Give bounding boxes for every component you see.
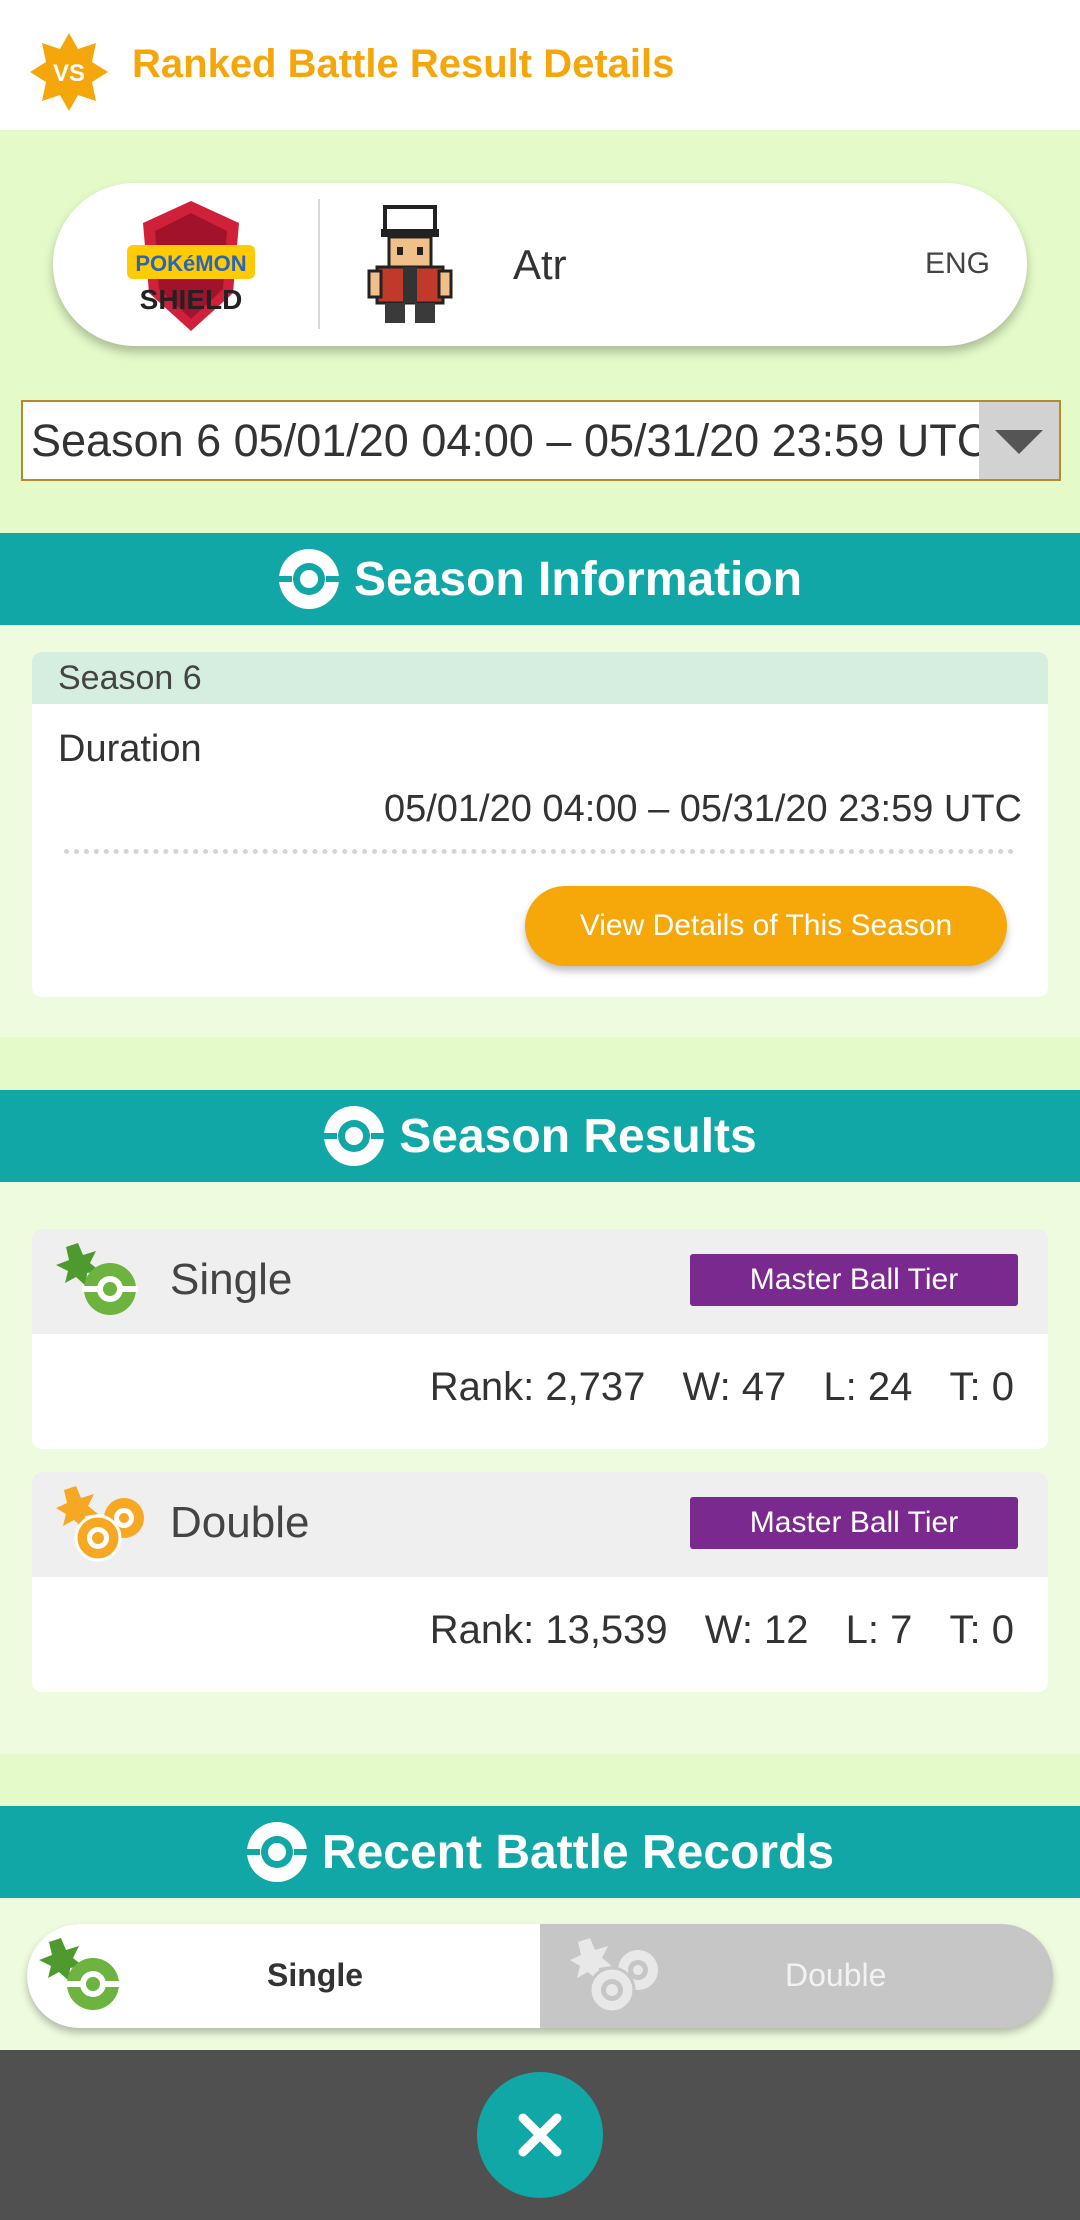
tab-double[interactable]: Double xyxy=(540,1924,1053,2028)
double-battle-icon xyxy=(570,1938,658,2014)
dropdown-arrow-icon[interactable] xyxy=(979,402,1059,479)
trainer-name: Atr xyxy=(513,241,567,288)
section-title: Recent Battle Records xyxy=(321,1825,835,1879)
tab-single[interactable]: Single xyxy=(27,1924,540,2028)
double-rank: Rank: 13,539 xyxy=(429,1608,668,1652)
pokemon-shield-logo: POKéMON SHIELD xyxy=(127,201,255,331)
double-result-card: Double Master Ball Tier Rank: 13,539 W: … xyxy=(32,1472,1048,1692)
season-results-header: Season Results xyxy=(0,1090,1080,1182)
single-battle-icon xyxy=(56,1243,138,1315)
single-result-header: Single Master Ball Tier xyxy=(32,1229,1048,1334)
pokeball-icon xyxy=(277,549,340,609)
pokeball-icon xyxy=(323,1106,386,1166)
language-code: ENG xyxy=(925,247,991,280)
page-title: Ranked Battle Result Details xyxy=(132,42,675,86)
tab-single-label: Single xyxy=(267,1957,364,1993)
vs-star-icon: VS xyxy=(30,33,108,111)
single-result-card: Single Master Ball Tier Rank: 2,737 W: 4… xyxy=(32,1229,1048,1449)
single-battle-icon xyxy=(39,1938,121,2010)
season-information-header: Season Information xyxy=(0,533,1080,625)
view-season-details-button[interactable]: View Details of This Season xyxy=(525,886,1007,966)
single-losses: L: 24 xyxy=(823,1365,913,1409)
recent-battle-records-header: Recent Battle Records xyxy=(0,1806,1080,1898)
tab-double-label: Double xyxy=(785,1957,887,1993)
double-result-header: Double Master Ball Tier xyxy=(32,1472,1048,1577)
double-label: Double xyxy=(170,1498,310,1547)
svg-text:POKéMON: POKéMON xyxy=(135,251,246,276)
close-icon xyxy=(518,2113,562,2157)
duration-label: Duration xyxy=(58,728,202,770)
battle-type-toggle: Single Double xyxy=(27,1924,1053,2028)
double-tier-badge: Master Ball Tier xyxy=(690,1497,1018,1549)
single-ties: T: 0 xyxy=(949,1365,1014,1409)
section-title: Season Information xyxy=(353,552,803,606)
season-label: Season 6 xyxy=(32,652,1048,704)
card-divider xyxy=(318,199,320,329)
svg-text:VS: VS xyxy=(53,60,85,87)
duration-value: 05/01/20 04:00 – 05/31/20 23:59 UTC xyxy=(383,788,1022,830)
dotted-divider xyxy=(64,849,1014,854)
double-battle-icon xyxy=(56,1486,144,1562)
single-wins: W: 47 xyxy=(682,1365,787,1409)
svg-text:SHIELD: SHIELD xyxy=(140,284,243,315)
single-rank: Rank: 2,737 xyxy=(429,1365,646,1409)
double-ties: T: 0 xyxy=(949,1608,1014,1652)
pokeball-icon xyxy=(245,1822,308,1882)
single-label: Single xyxy=(170,1255,293,1304)
section-title: Season Results xyxy=(399,1109,757,1163)
season-select-value: Season 6 05/01/20 04:00 – 05/31/20 23:59… xyxy=(31,415,990,466)
close-button[interactable] xyxy=(477,2072,603,2198)
single-tier-badge: Master Ball Tier xyxy=(690,1254,1018,1306)
double-losses: L: 7 xyxy=(845,1608,913,1652)
season-select[interactable]: Season 6 05/01/20 04:00 – 05/31/20 23:59… xyxy=(21,400,1061,481)
app-header: VS Ranked Battle Result Details xyxy=(0,0,1080,130)
trainer-avatar xyxy=(367,205,453,323)
season-info-card: Season 6 Duration 05/01/20 04:00 – 05/31… xyxy=(32,652,1048,997)
single-stats: Rank: 2,737 W: 47 L: 24 T: 0 xyxy=(430,1365,1014,1410)
player-card[interactable]: POKéMON SHIELD Atr ENG xyxy=(53,183,1027,346)
double-stats: Rank: 13,539 W: 12 L: 7 T: 0 xyxy=(430,1608,1014,1653)
double-wins: W: 12 xyxy=(704,1608,809,1652)
